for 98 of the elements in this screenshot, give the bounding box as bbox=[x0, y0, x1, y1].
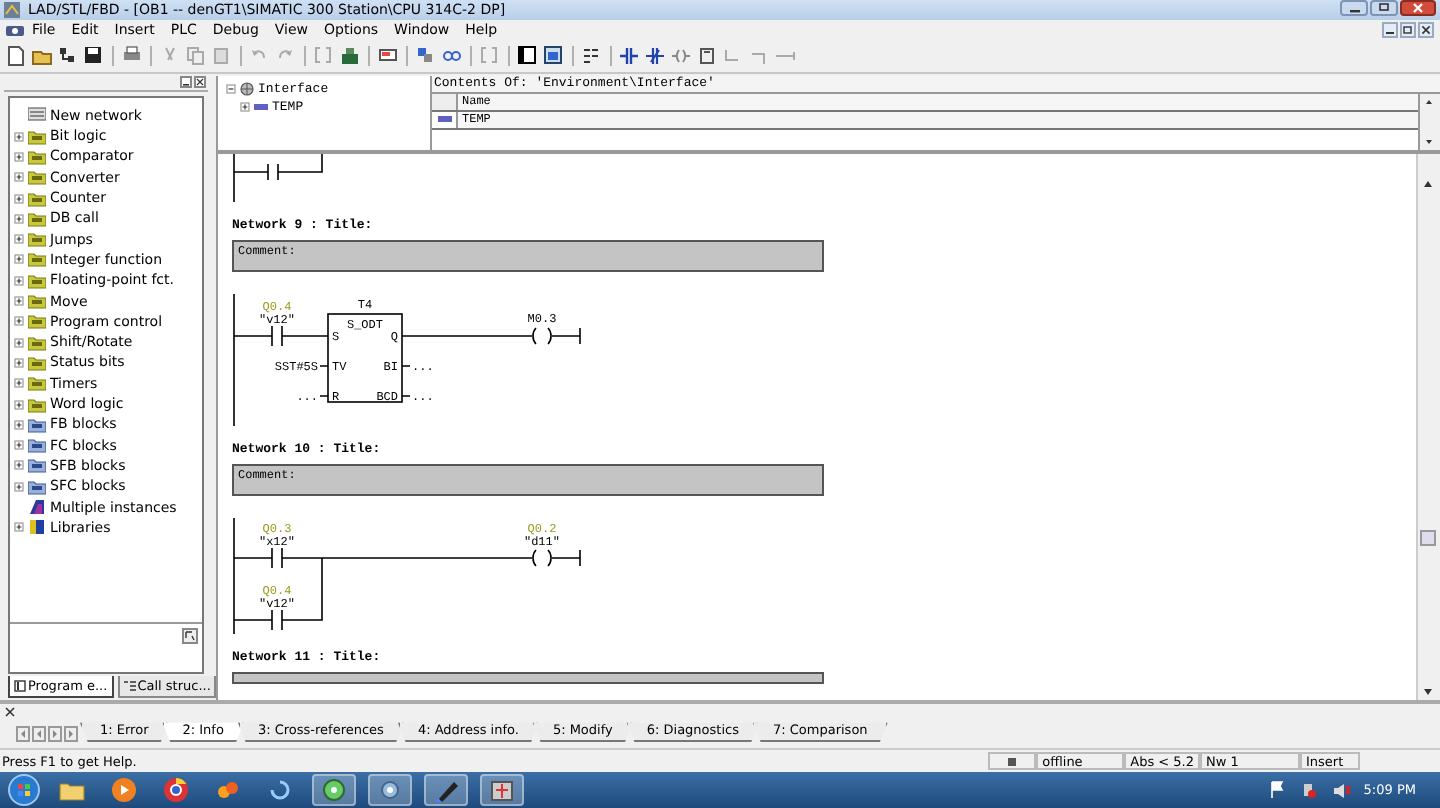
folder-icon bbox=[28, 374, 46, 393]
expand-icon[interactable] bbox=[14, 460, 24, 471]
settings-icon[interactable] bbox=[376, 778, 404, 803]
expand-icon[interactable] bbox=[14, 357, 24, 368]
glasses-icon[interactable] bbox=[442, 46, 462, 67]
tree-icon bbox=[14, 680, 26, 693]
connection-icon bbox=[1006, 755, 1019, 768]
minimize-button[interactable] bbox=[180, 75, 192, 88]
expand-icon[interactable] bbox=[14, 378, 24, 389]
module-icon[interactable] bbox=[416, 46, 436, 67]
network-icon[interactable] bbox=[58, 46, 78, 67]
timer-block[interactable] bbox=[327, 312, 403, 403]
close-icon[interactable] bbox=[4, 705, 16, 718]
expand-icon[interactable] bbox=[14, 172, 24, 183]
pen-icon[interactable] bbox=[432, 778, 460, 803]
folder-icon bbox=[28, 250, 46, 269]
expand-icon[interactable] bbox=[14, 275, 24, 286]
expand-icon[interactable] bbox=[14, 399, 24, 410]
folder-icon bbox=[28, 353, 46, 372]
restore-button[interactable] bbox=[1370, 0, 1398, 17]
scroll-thumb[interactable] bbox=[1420, 529, 1436, 546]
instances-icon bbox=[28, 498, 46, 517]
app-icon bbox=[4, 1, 20, 18]
library-icon bbox=[28, 518, 46, 537]
resize-icon[interactable] bbox=[182, 628, 198, 645]
close-button[interactable] bbox=[1418, 22, 1434, 39]
blocks-icon bbox=[28, 456, 46, 475]
folder-icon bbox=[28, 292, 46, 311]
open-contact-icon[interactable] bbox=[620, 46, 640, 67]
folder-icon bbox=[28, 395, 46, 414]
expand-icon[interactable] bbox=[14, 522, 24, 533]
coil-symbol[interactable] bbox=[532, 548, 552, 567]
folder-icon bbox=[28, 312, 46, 331]
expand-icon[interactable] bbox=[14, 234, 24, 245]
close-button[interactable] bbox=[194, 75, 206, 88]
blocks-icon bbox=[28, 436, 46, 455]
folder-icon bbox=[28, 189, 46, 208]
closed-contact-icon[interactable] bbox=[646, 46, 666, 67]
speaker-icon[interactable] bbox=[1331, 780, 1352, 801]
minimize-button[interactable] bbox=[1382, 22, 1398, 39]
disc-icon[interactable] bbox=[320, 778, 348, 803]
document-icon bbox=[6, 23, 24, 38]
coil-icon[interactable] bbox=[672, 46, 692, 67]
restore-button[interactable] bbox=[1400, 22, 1416, 39]
open-folder-icon[interactable] bbox=[32, 46, 52, 67]
media-player-icon[interactable] bbox=[110, 776, 138, 805]
variable-icon bbox=[254, 101, 268, 112]
expand-icon[interactable] bbox=[14, 296, 24, 307]
expand-icon[interactable] bbox=[14, 131, 24, 142]
expand-icon[interactable] bbox=[14, 151, 24, 162]
folder-icon bbox=[28, 147, 46, 166]
comment-field[interactable] bbox=[232, 671, 824, 684]
coil-symbol[interactable] bbox=[532, 326, 552, 345]
refresh-icon[interactable] bbox=[266, 776, 294, 805]
folder-icon bbox=[28, 271, 46, 290]
network-icon bbox=[28, 106, 46, 125]
folder-icon bbox=[28, 209, 46, 228]
blocks-icon bbox=[28, 477, 46, 496]
folder-icon bbox=[28, 230, 46, 249]
variable-icon bbox=[437, 114, 451, 125]
expand-icon[interactable] bbox=[14, 254, 24, 265]
box-icon[interactable] bbox=[698, 46, 718, 67]
window-icon[interactable] bbox=[544, 46, 564, 67]
expand-icon[interactable] bbox=[14, 440, 24, 451]
flag-icon[interactable] bbox=[1267, 780, 1288, 801]
panel-icon[interactable] bbox=[518, 46, 538, 67]
folder-icon bbox=[28, 127, 46, 146]
folder-icon bbox=[28, 333, 46, 352]
contact-symbol[interactable] bbox=[271, 608, 283, 631]
list-icon bbox=[123, 680, 136, 693]
contact-symbol[interactable] bbox=[271, 546, 283, 569]
minimize-button[interactable] bbox=[1340, 0, 1368, 17]
new-document-icon[interactable] bbox=[6, 46, 26, 67]
globe-icon bbox=[240, 81, 254, 96]
expand-icon[interactable] bbox=[14, 337, 24, 348]
expand-icon[interactable] bbox=[14, 316, 24, 327]
contact-symbol[interactable] bbox=[271, 324, 283, 347]
next-tab-icon[interactable] bbox=[48, 726, 62, 743]
last-tab-icon[interactable] bbox=[64, 726, 78, 743]
ladder-editor-icon[interactable] bbox=[488, 778, 516, 803]
blocks-icon bbox=[28, 415, 46, 434]
monitor-icon[interactable] bbox=[378, 46, 398, 67]
expand-icon[interactable] bbox=[240, 101, 250, 112]
expand-icon[interactable] bbox=[14, 193, 24, 204]
browser-icon[interactable] bbox=[162, 776, 190, 805]
expand-icon[interactable] bbox=[14, 481, 24, 492]
collapse-icon[interactable] bbox=[226, 83, 236, 94]
start-orb-icon[interactable] bbox=[8, 774, 40, 807]
expand-icon[interactable] bbox=[14, 419, 24, 430]
expand-icon[interactable] bbox=[14, 213, 24, 224]
station-icon[interactable] bbox=[340, 46, 360, 67]
network-status-icon[interactable] bbox=[1299, 780, 1320, 801]
folder-icon bbox=[28, 168, 46, 187]
first-tab-icon[interactable] bbox=[16, 726, 30, 743]
prev-tab-icon[interactable] bbox=[32, 726, 46, 743]
close-button[interactable] bbox=[1400, 0, 1436, 17]
grid-icon[interactable] bbox=[582, 46, 602, 67]
save-icon[interactable] bbox=[84, 46, 104, 67]
